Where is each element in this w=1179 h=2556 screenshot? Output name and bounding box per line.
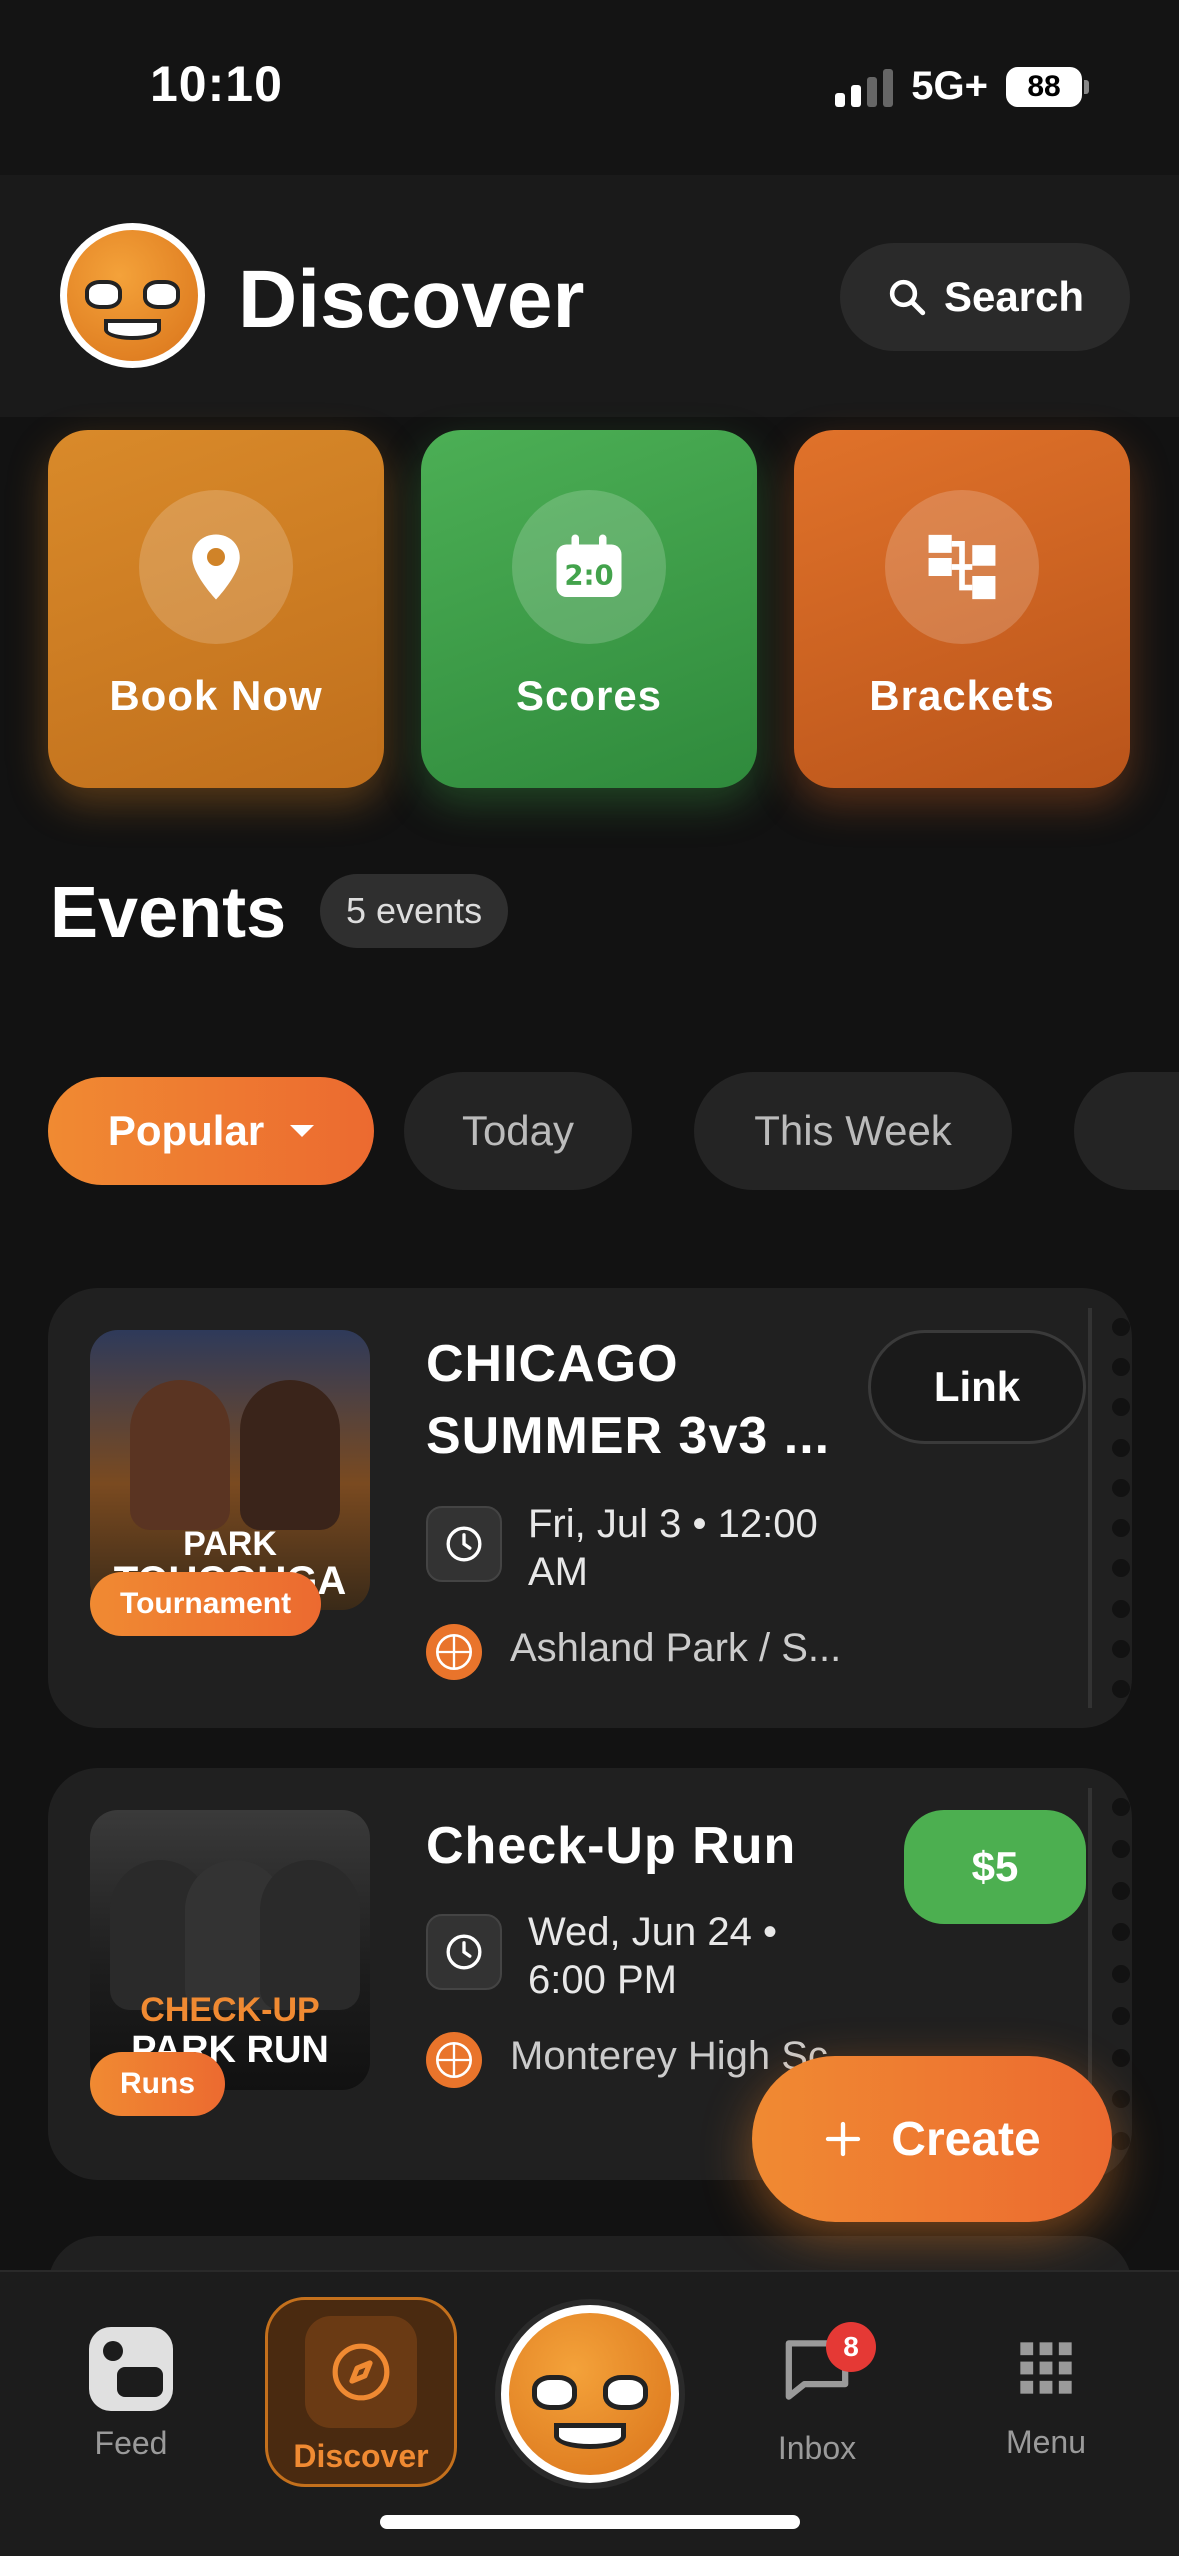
feed-icon: [89, 2327, 173, 2411]
filter-popular[interactable]: Popular: [48, 1077, 374, 1185]
grid-menu-icon: [1020, 2342, 1072, 2394]
event-location: Ashland Park / S...: [510, 1626, 842, 1670]
event-datetime: Wed, Jun 24 • 6:00 PM: [528, 1910, 777, 2002]
nav-menu[interactable]: Menu: [951, 2272, 1141, 2461]
app-header: Discover Search: [0, 175, 1179, 417]
basketball-icon: [426, 2032, 482, 2088]
compass-icon: [305, 2316, 417, 2428]
signal-icon: [835, 67, 894, 107]
events-count-badge: 5 events: [320, 874, 509, 948]
nav-menu-label: Menu: [1005, 2424, 1087, 2460]
brackets-button[interactable]: Brackets: [794, 430, 1130, 788]
center-profile-button[interactable]: [495, 2299, 685, 2489]
mascot-face-icon: [67, 230, 198, 361]
chevron-down-icon: [290, 1125, 315, 1137]
filter-popular-label: Popular: [107, 1107, 265, 1154]
clock-icon: [426, 1506, 502, 1582]
mascot-face-icon: [509, 2313, 671, 2475]
status-indicators: 5G+ 88: [835, 64, 1089, 109]
bracket-icon: [928, 534, 996, 600]
event-poster-image: CHECK-UP PARK RUN: [90, 1810, 370, 2090]
nav-feed[interactable]: Feed: [36, 2272, 226, 2462]
event-title: Check-Up Run: [426, 1817, 797, 1875]
event-type-badge: Tournament: [90, 1572, 322, 1636]
filter-this-week[interactable]: This Week: [694, 1072, 1012, 1190]
status-bar: 10:10 5G+ 88: [0, 0, 1179, 175]
book-now-label: Book Now: [109, 672, 323, 719]
basketball-icon: [426, 1624, 482, 1680]
link-button[interactable]: Link: [868, 1330, 1086, 1444]
battery-icon: 88: [1006, 66, 1089, 107]
book-now-button[interactable]: Book Now: [48, 430, 384, 788]
search-button[interactable]: Search: [840, 243, 1130, 351]
nav-feed-label: Feed: [94, 2425, 168, 2461]
price-button[interactable]: $5: [904, 1810, 1086, 1924]
page-title: Discover: [238, 254, 585, 345]
filter-today[interactable]: Today: [404, 1072, 632, 1190]
inbox-notification-badge: 8: [826, 2322, 876, 2372]
event-title: CHICAGO SUMMER 3v3 ...: [426, 1335, 831, 1465]
event-poster-image: PARK TOUCOUGA: [90, 1330, 370, 1610]
nav-inbox-label: Inbox: [777, 2430, 857, 2466]
nav-discover-label: Discover: [293, 2438, 429, 2474]
home-indicator: [380, 2515, 800, 2529]
plus-icon: [826, 2121, 861, 2157]
event-type-badge: Runs: [90, 2052, 225, 2116]
scores-button[interactable]: 2:0 Scores: [421, 430, 757, 788]
search-icon: [889, 279, 926, 316]
clock-icon: [426, 1914, 502, 1990]
nav-discover[interactable]: Discover: [265, 2297, 457, 2487]
location-pin-icon: [192, 534, 240, 600]
profile-avatar[interactable]: [60, 223, 205, 368]
event-datetime: Fri, Jul 3 • 12:00 AM: [528, 1502, 818, 1594]
scores-label: Scores: [515, 672, 663, 719]
create-label: Create: [891, 2112, 1041, 2166]
filter-today-label: Today: [461, 1107, 575, 1154]
brackets-label: Brackets: [869, 672, 1055, 719]
nav-inbox[interactable]: Inbox: [722, 2272, 912, 2467]
status-time: 10:10: [150, 56, 283, 112]
event-card[interactable]: PARK TOUCOUGA Tournament CHICAGO SUMMER …: [48, 1288, 1132, 1728]
battery-level: 88: [1006, 66, 1082, 107]
svg-text:2:0: 2:0: [564, 560, 613, 592]
network-type: 5G+: [911, 64, 988, 108]
search-label: Search: [943, 273, 1085, 320]
events-heading: Events: [50, 873, 287, 953]
create-button[interactable]: Create: [752, 2056, 1112, 2222]
bottom-nav: Feed Discover Inbox 8 Menu: [0, 2270, 1179, 2556]
filter-this-week-label: This Week: [754, 1107, 952, 1154]
poster-text: CHECK-UP: [140, 1991, 320, 2029]
scoreboard-icon: 2:0: [556, 534, 622, 597]
filter-more[interactable]: [1074, 1072, 1179, 1190]
